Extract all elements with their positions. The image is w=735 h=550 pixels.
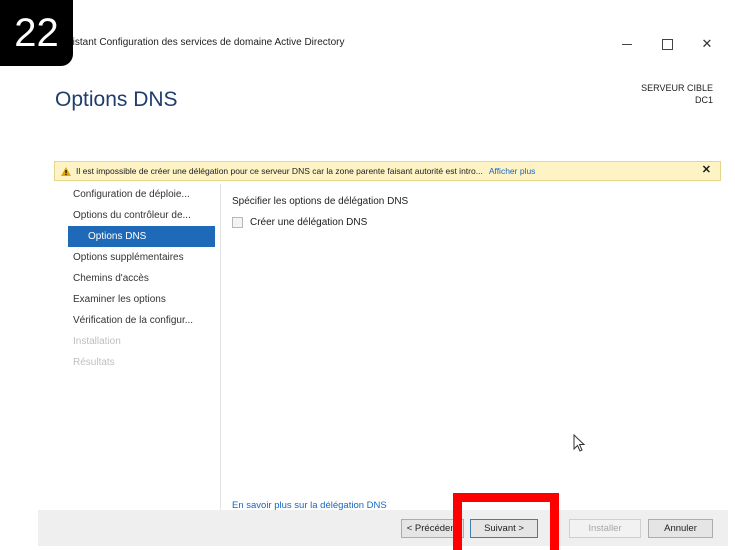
title-bar: Assistant Configuration des services de … — [38, 26, 728, 62]
nav-item-dc-options[interactable]: Options du contrôleur de... — [68, 205, 215, 226]
install-button: Installer — [569, 519, 641, 538]
maximize-button[interactable] — [652, 32, 682, 56]
nav-divider — [220, 184, 221, 514]
close-icon: ✕ — [701, 36, 713, 52]
warning-close-icon[interactable]: ✕ — [702, 163, 711, 176]
page-title: Options DNS — [55, 88, 178, 111]
target-server-name: DC1 — [694, 95, 713, 105]
step-number-badge: 22 — [0, 0, 73, 66]
nav-item-prerequisites-check[interactable]: Vérification de la configur... — [68, 310, 215, 331]
warning-triangle-icon — [61, 166, 71, 176]
warning-bar: Il est impossible de créer une délégatio… — [54, 161, 721, 181]
create-dns-delegation-checkbox[interactable] — [232, 217, 243, 228]
nav-item-results: Résultats — [73, 357, 115, 368]
content-heading: Spécifier les options de délégation DNS — [232, 196, 409, 207]
close-button[interactable]: ✕ — [692, 32, 722, 56]
wizard-window: Assistant Configuration des services de … — [38, 26, 728, 546]
nav-item-additional-options[interactable]: Options supplémentaires — [68, 247, 215, 268]
wizard-navigation: Configuration de déploie... Options du c… — [68, 184, 215, 373]
maximize-icon — [661, 38, 673, 50]
warning-text: Il est impossible de créer une délégatio… — [76, 166, 483, 176]
next-button-highlight — [453, 493, 559, 550]
create-dns-delegation-label: Créer une délégation DNS — [250, 217, 368, 228]
window-title: Assistant Configuration des services de … — [56, 37, 345, 48]
nav-item-dns-options[interactable]: Options DNS — [68, 226, 215, 247]
nav-item-review-options[interactable]: Examiner les options — [68, 289, 215, 310]
cancel-button[interactable]: Annuler — [648, 519, 713, 538]
nav-item-paths[interactable]: Chemins d'accès — [68, 268, 215, 289]
main-content: Spécifier les options de délégation DNS … — [232, 196, 408, 228]
nav-item-deployment-configuration[interactable]: Configuration de déploie... — [68, 184, 215, 205]
nav-item-installation: Installation — [73, 336, 121, 347]
minimize-icon — [622, 43, 632, 45]
dns-delegation-option: Créer une délégation DNS — [232, 217, 408, 228]
minimize-button[interactable] — [612, 32, 642, 56]
wizard-footer: < Précédent Suivant > Installer Annuler — [38, 510, 728, 546]
mouse-cursor-icon — [573, 433, 586, 456]
show-more-link[interactable]: Afficher plus — [489, 166, 536, 176]
target-server-info: SERVEUR CIBLE DC1 — [641, 82, 713, 106]
target-server-label: SERVEUR CIBLE — [641, 83, 713, 93]
